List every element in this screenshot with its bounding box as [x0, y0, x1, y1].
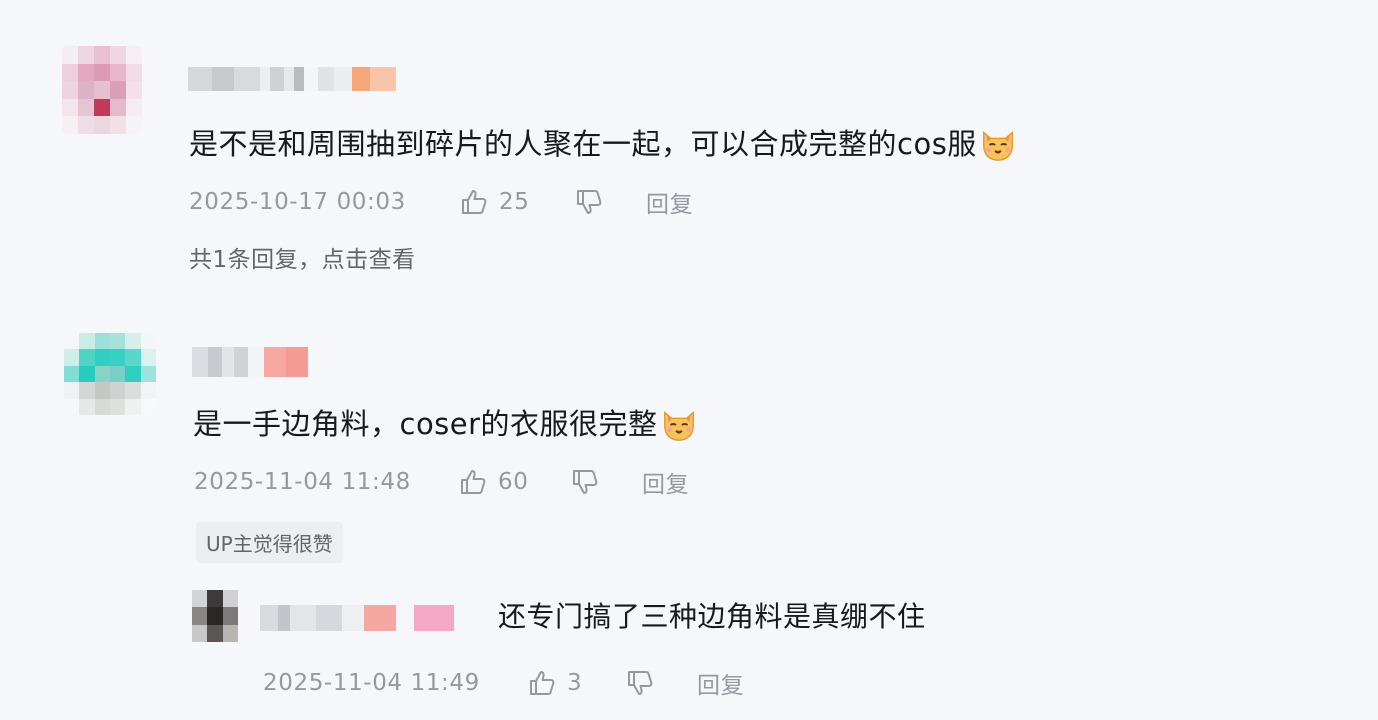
- like-button[interactable]: 60: [458, 467, 570, 497]
- thumbs-down-icon: [573, 470, 598, 494]
- like-count: 25: [499, 189, 530, 215]
- avatar[interactable]: [62, 46, 142, 134]
- comment-content: 是不是和周围抽到碎片的人聚在一起，可以合成完整的cos服: [189, 124, 1017, 164]
- comment-meta: 2025-10-17 00:03 25 回复: [189, 185, 693, 219]
- dislike-button[interactable]: [570, 467, 642, 497]
- username[interactable]: [188, 67, 396, 91]
- thumbs-up-icon: [461, 470, 486, 494]
- cat-emoji-icon: [982, 131, 1013, 161]
- avatar[interactable]: [64, 333, 156, 415]
- like-count: 3: [567, 670, 583, 696]
- reply-date: 2025-11-04 11:49: [263, 670, 480, 696]
- like-button[interactable]: 3: [527, 668, 625, 698]
- reply-meta: 2025-11-04 11:49 3 回复: [263, 666, 744, 700]
- comment-date: 2025-11-04 11:48: [194, 469, 411, 495]
- like-button[interactable]: 25: [459, 187, 574, 217]
- reply-text: 还专门搞了三种边角料是真绷不住: [498, 600, 926, 633]
- reply-button[interactable]: 回复: [642, 465, 689, 499]
- comment-meta: 2025-11-04 11:48 60 回复: [194, 465, 689, 499]
- comment-text: 是一手边角料，coser的衣服很完整: [193, 407, 658, 441]
- comment-content: 是一手边角料，coser的衣服很完整: [193, 404, 698, 444]
- thumbs-up-icon: [530, 671, 555, 695]
- like-count: 60: [498, 469, 529, 495]
- up-liked-badge: UP主觉得很赞: [196, 522, 343, 563]
- username[interactable]: [260, 605, 454, 631]
- reply-button[interactable]: 回复: [646, 185, 693, 219]
- dislike-button[interactable]: [574, 187, 646, 217]
- avatar[interactable]: [192, 590, 238, 642]
- comment-date: 2025-10-17 00:03: [189, 189, 406, 215]
- comment-text: 是不是和周围抽到碎片的人聚在一起，可以合成完整的cos服: [189, 127, 977, 161]
- dislike-button[interactable]: [625, 668, 697, 698]
- username[interactable]: [192, 347, 308, 377]
- reply-button[interactable]: 回复: [697, 666, 744, 700]
- cat-emoji-icon: [663, 411, 694, 441]
- view-replies-link[interactable]: 共1条回复，点击查看: [189, 240, 416, 274]
- thumbs-up-icon: [462, 190, 487, 214]
- thumbs-down-icon: [628, 671, 653, 695]
- thumbs-down-icon: [577, 190, 602, 214]
